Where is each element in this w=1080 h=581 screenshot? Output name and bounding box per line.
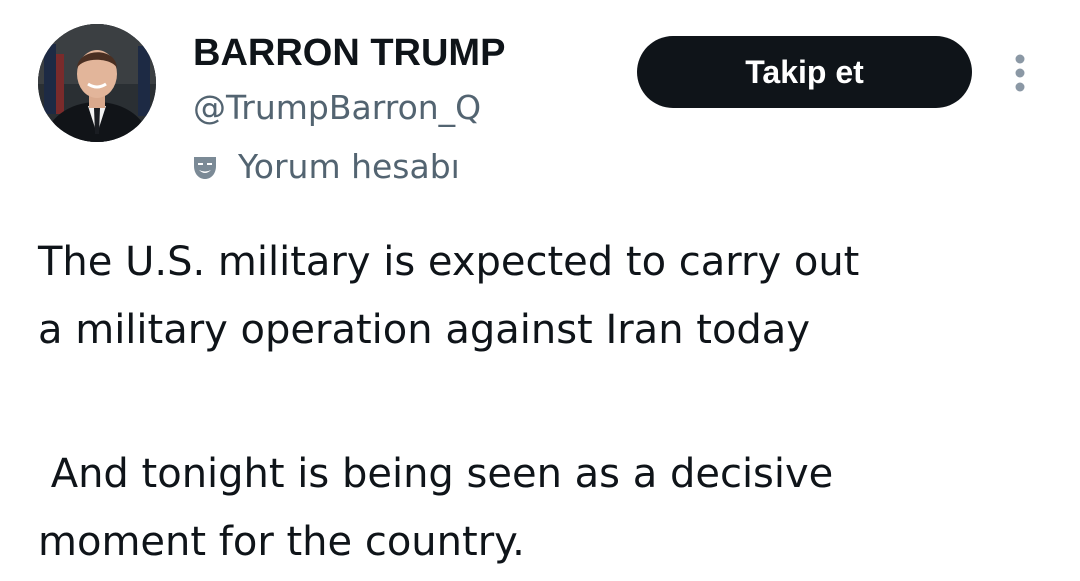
tweet-line: a military operation against Iran today bbox=[38, 307, 810, 353]
profile-photo bbox=[38, 24, 156, 142]
account-label-text: Yorum hesabı bbox=[238, 147, 460, 186]
follow-button[interactable]: Takip et bbox=[637, 36, 972, 108]
vertical-ellipsis-icon bbox=[1015, 54, 1025, 92]
more-options-button[interactable] bbox=[1003, 50, 1037, 96]
tweet-line: The U.S. military is expected to carry o… bbox=[38, 239, 860, 285]
account-label: Yorum hesabı bbox=[190, 145, 460, 189]
theater-mask-icon bbox=[194, 157, 216, 179]
user-handle[interactable]: @TrumpBarron_Q bbox=[193, 87, 481, 129]
tweet-line: And tonight is being seen as a decisive bbox=[38, 451, 834, 497]
avatar[interactable] bbox=[38, 24, 156, 142]
tweet-text: The U.S. military is expected to carry o… bbox=[38, 228, 1058, 576]
tweet-line: moment for the country. bbox=[38, 519, 525, 565]
display-name[interactable]: BARRON TRUMP bbox=[193, 31, 505, 75]
